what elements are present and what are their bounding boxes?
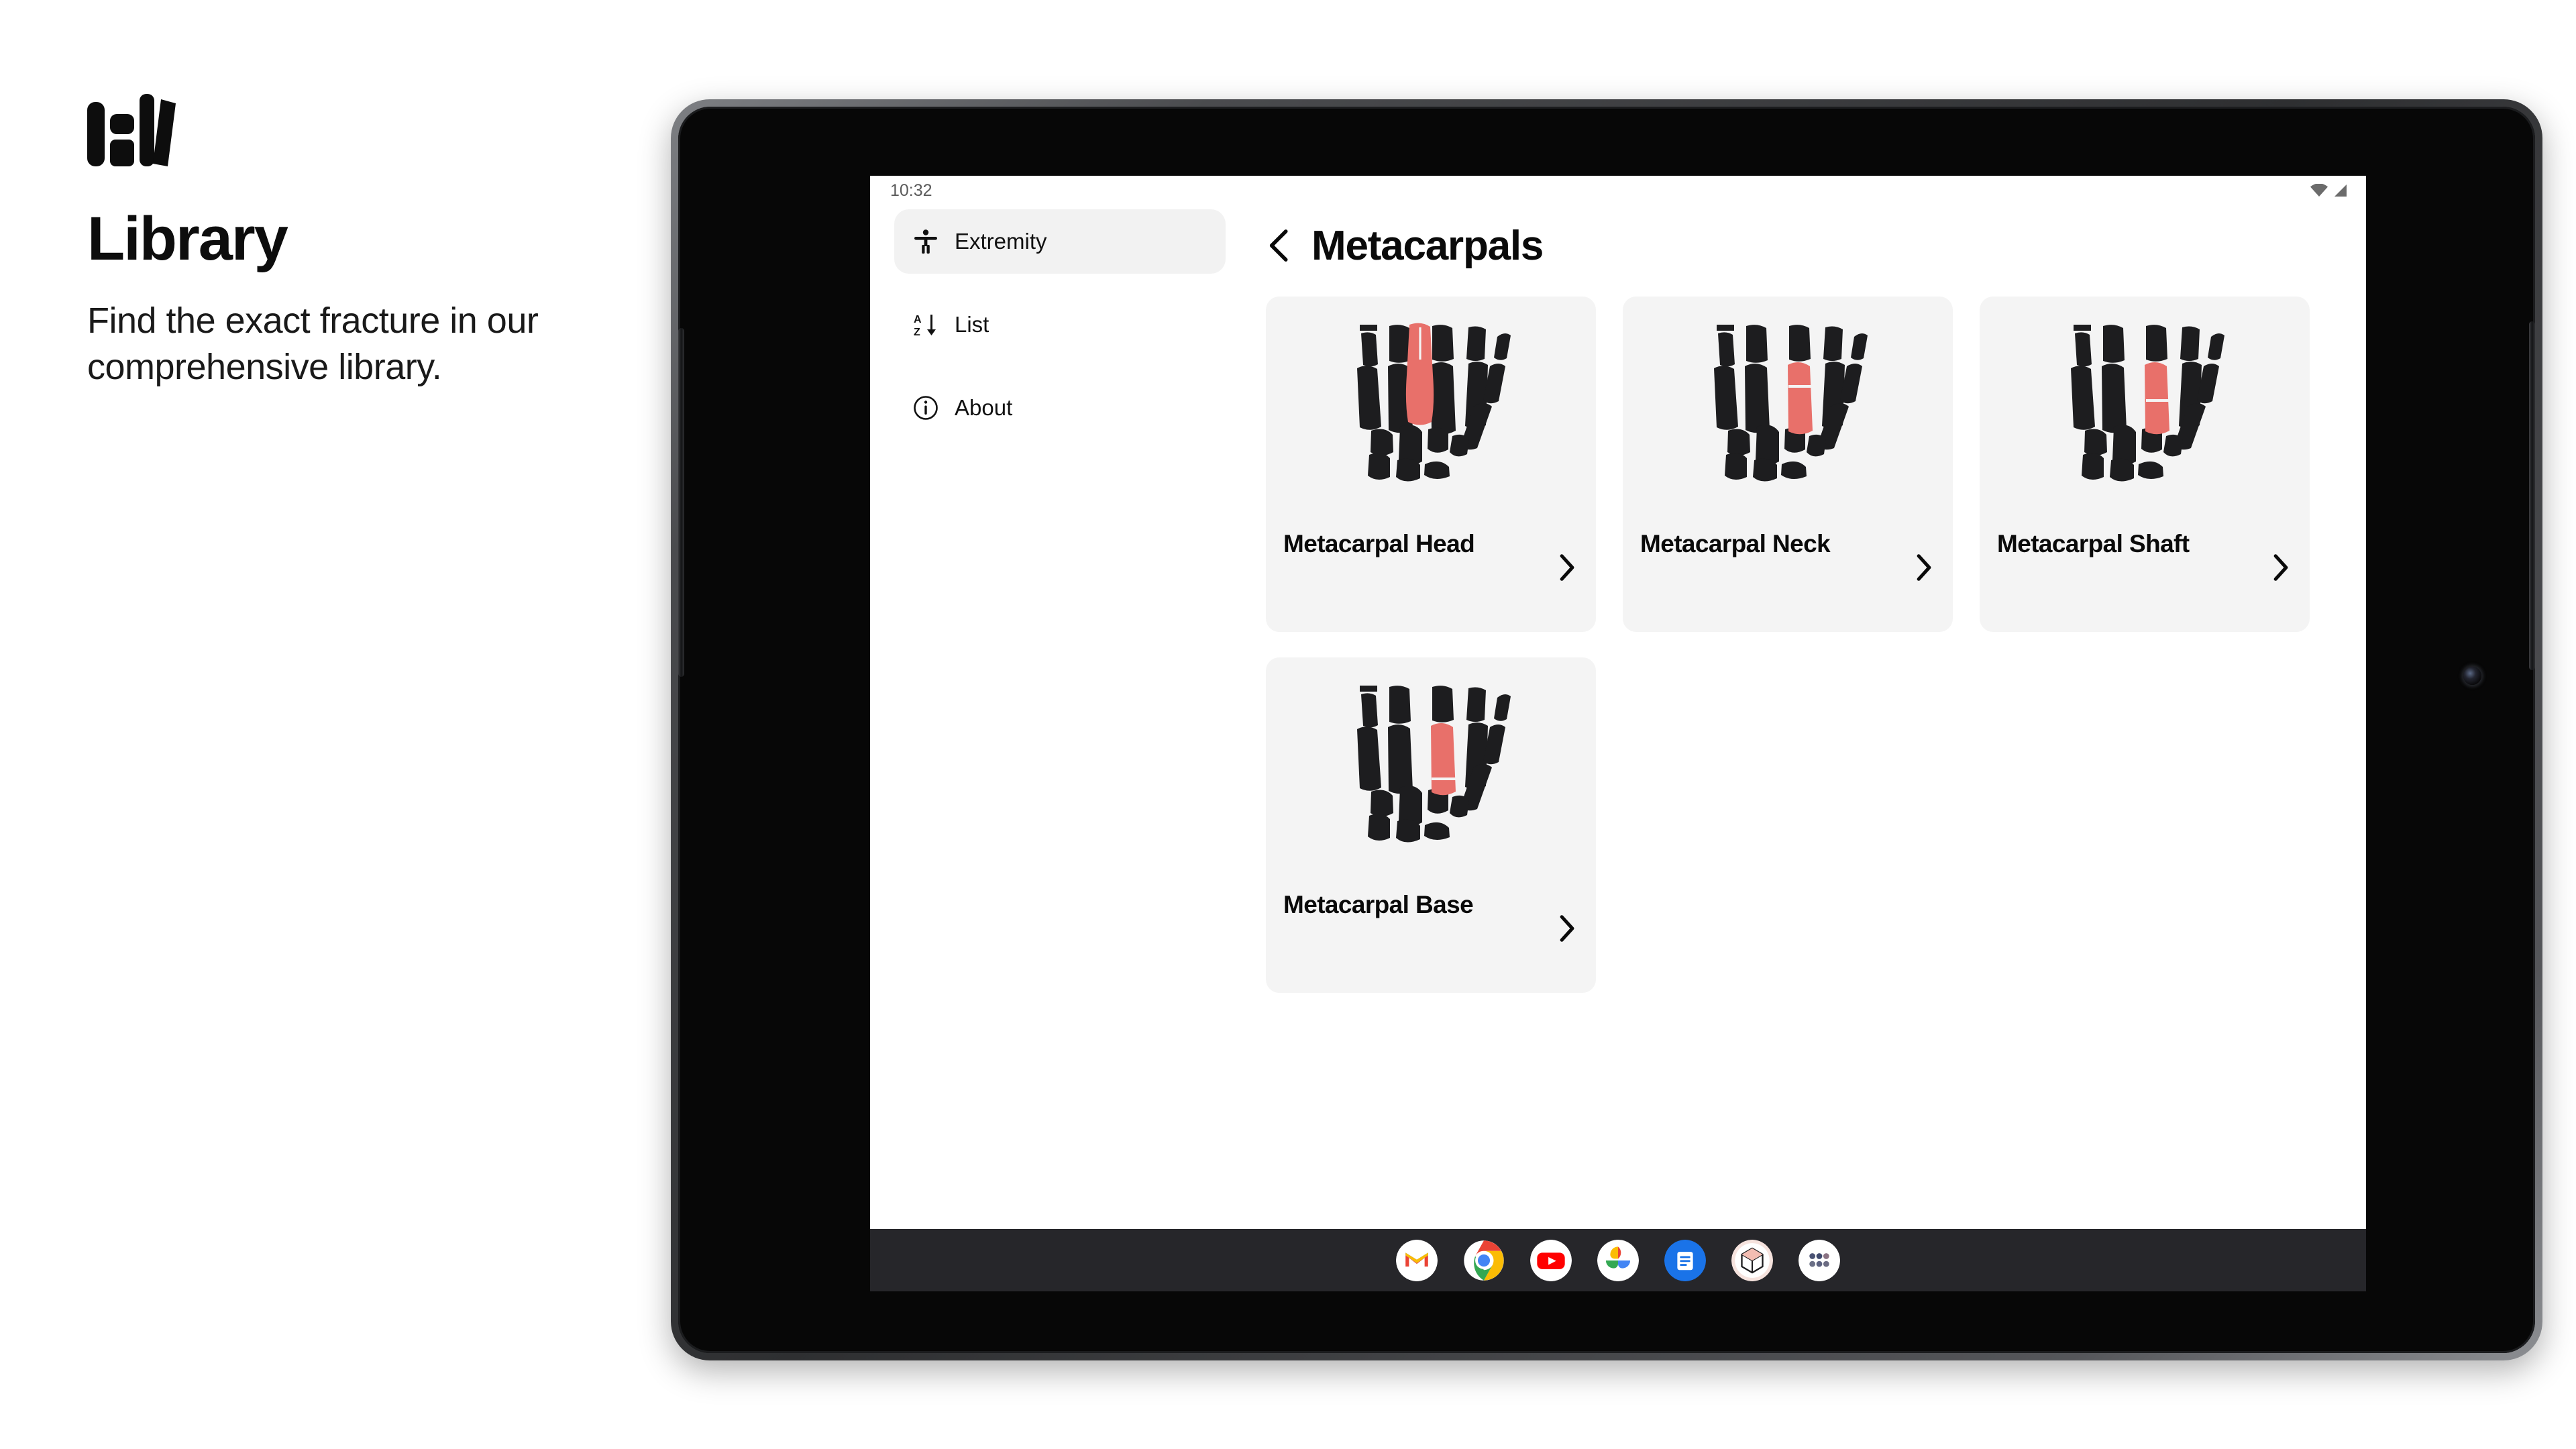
youtube-icon[interactable] bbox=[1530, 1239, 1572, 1281]
info-circle-icon bbox=[912, 394, 940, 422]
chevron-right-icon[interactable] bbox=[1556, 914, 1578, 943]
svg-text:Z: Z bbox=[914, 327, 920, 338]
card-metacarpal-base[interactable]: Metacarpal Base bbox=[1266, 657, 1596, 993]
google-photos-icon[interactable] bbox=[1597, 1239, 1639, 1281]
sidebar-item-label: List bbox=[955, 312, 989, 337]
chevron-left-icon[interactable] bbox=[1266, 228, 1293, 263]
hand-skeleton-illustration bbox=[1283, 311, 1578, 513]
chrome-icon[interactable] bbox=[1463, 1240, 1505, 1281]
cell-signal-icon bbox=[2334, 184, 2347, 197]
promo-title: Library bbox=[87, 205, 288, 273]
gmail-icon[interactable] bbox=[1396, 1239, 1438, 1281]
status-bar: 10:32 bbox=[870, 176, 2366, 205]
card-footer: Metacarpal Base bbox=[1283, 873, 1578, 993]
chevron-right-icon[interactable] bbox=[1913, 553, 1935, 582]
chevron-right-icon[interactable] bbox=[2269, 553, 2292, 582]
accessibility-person-icon bbox=[912, 227, 940, 256]
box-3d-icon[interactable] bbox=[1731, 1239, 1773, 1281]
google-docs-icon[interactable] bbox=[1664, 1239, 1706, 1281]
app-body: Extremity A Z List About Metacarpals Met… bbox=[870, 205, 2366, 1229]
page-header: Metacarpals bbox=[1256, 205, 2327, 286]
sidebar-item-label: About bbox=[955, 395, 1013, 420]
sort-az-icon: A Z bbox=[912, 311, 940, 339]
card-footer: Metacarpal Shaft bbox=[1997, 513, 2292, 632]
card-metacarpal-shaft[interactable]: Metacarpal Shaft bbox=[1980, 297, 2310, 632]
sidebar-item-extremity[interactable]: Extremity bbox=[894, 209, 1226, 274]
front-camera-icon bbox=[2463, 667, 2481, 685]
card-footer: Metacarpal Head bbox=[1283, 513, 1578, 632]
chevron-right-icon[interactable] bbox=[1556, 553, 1578, 582]
hand-skeleton-illustration bbox=[1283, 672, 1578, 873]
hand-skeleton-illustration bbox=[1997, 311, 2292, 513]
promo-panel: Library Find the exact fracture in our c… bbox=[87, 94, 691, 390]
content-area: Metacarpals Metacarpal Head Metacarpal N… bbox=[1246, 205, 2366, 1229]
wifi-icon bbox=[2310, 184, 2328, 197]
status-time: 10:32 bbox=[890, 180, 932, 200]
books-logo-icon bbox=[87, 94, 176, 166]
card-metacarpal-head[interactable]: Metacarpal Head bbox=[1266, 297, 1596, 632]
power-button[interactable] bbox=[2529, 321, 2535, 670]
taskbar bbox=[870, 1229, 2366, 1291]
card-title: Metacarpal Neck bbox=[1640, 530, 1831, 557]
svg-text:A: A bbox=[914, 314, 922, 325]
card-title: Metacarpal Head bbox=[1283, 530, 1475, 557]
sidebar-item-list[interactable]: A Z List bbox=[894, 292, 1226, 357]
sidebar-item-label: Extremity bbox=[955, 229, 1047, 254]
sidebar: Extremity A Z List About bbox=[870, 205, 1246, 1229]
volume-button[interactable] bbox=[678, 328, 684, 677]
tablet-device: 10:32 Extremity A Z List About Metacarpa… bbox=[671, 99, 2542, 1360]
card-grid: Metacarpal Head Metacarpal Neck Metacarp… bbox=[1256, 297, 2327, 993]
tablet-screen-bezel: 10:32 Extremity A Z List About Metacarpa… bbox=[678, 107, 2535, 1353]
app-screen: 10:32 Extremity A Z List About Metacarpa… bbox=[870, 176, 2366, 1229]
card-footer: Metacarpal Neck bbox=[1640, 513, 1935, 632]
page-title: Metacarpals bbox=[1311, 222, 1544, 269]
hand-skeleton-illustration bbox=[1640, 311, 1935, 513]
sidebar-item-about[interactable]: About bbox=[894, 376, 1226, 440]
app-drawer-icon[interactable] bbox=[1799, 1239, 1840, 1281]
card-metacarpal-neck[interactable]: Metacarpal Neck bbox=[1623, 297, 1953, 632]
status-icons bbox=[2310, 184, 2347, 197]
promo-subtitle: Find the exact fracture in our comprehen… bbox=[87, 301, 539, 388]
card-title: Metacarpal Shaft bbox=[1997, 530, 2190, 557]
card-title: Metacarpal Base bbox=[1283, 891, 1474, 918]
